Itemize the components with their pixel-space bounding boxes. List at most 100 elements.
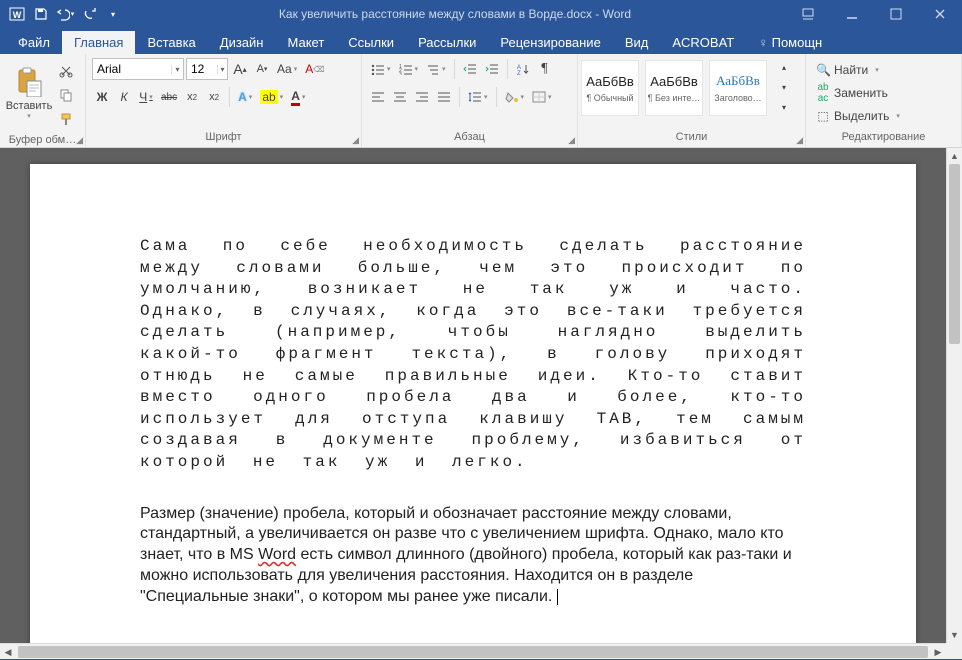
highlight-button[interactable]: ab	[257, 86, 286, 108]
tab-layout[interactable]: Макет	[275, 31, 336, 54]
replace-icon: abac	[816, 82, 830, 104]
paragraph-launcher-icon[interactable]: ◢	[568, 135, 575, 146]
cut-button[interactable]	[56, 60, 76, 82]
strikethrough-button[interactable]: abc	[158, 86, 180, 108]
font-name-combo[interactable]: ▾	[92, 58, 184, 80]
bullets-button[interactable]	[368, 58, 394, 80]
group-font: ▾ ▾ A▴ A▾ Aa A⌫ Ж К Ч abc x2 x2 A ab	[86, 54, 362, 147]
undo-icon[interactable]: ▾	[54, 3, 76, 25]
replace-button[interactable]: abac Заменить	[812, 83, 904, 103]
format-painter-button[interactable]	[56, 108, 76, 130]
style-preview: АаБбВв	[650, 74, 698, 89]
find-button[interactable]: 🔍Найти▾	[812, 60, 904, 80]
style-normal[interactable]: АаБбВв¶ Обычный	[581, 60, 639, 116]
ribbon: Вставить ▾ Буфер обм…◢ ▾ ▾ A▴ A▾ Aa A⌫	[0, 54, 962, 148]
close-icon[interactable]	[918, 0, 962, 28]
numbering-button[interactable]: 123	[396, 58, 422, 80]
tab-acrobat[interactable]: ACROBAT	[660, 31, 746, 54]
qat-customize-icon[interactable]: ▾	[102, 3, 124, 25]
borders-button[interactable]	[529, 86, 555, 108]
shrink-font-button[interactable]: A▾	[252, 58, 272, 80]
document-area[interactable]: Сама по себе необходимость сделать расст…	[0, 148, 946, 643]
clear-formatting-button[interactable]: A⌫	[302, 58, 327, 80]
paste-button[interactable]: Вставить ▾	[6, 58, 52, 128]
text-effects-button[interactable]: A	[235, 86, 255, 108]
tab-tellme[interactable]: ♀ Помощн	[746, 31, 834, 54]
font-name-input[interactable]	[93, 62, 171, 76]
paste-icon	[13, 66, 45, 98]
style-name: ¶ Обычный	[583, 93, 637, 103]
tab-file[interactable]: Файл	[6, 31, 62, 54]
scroll-thumb[interactable]	[949, 164, 960, 344]
separator	[454, 59, 455, 79]
bold-button[interactable]: Ж	[92, 86, 112, 108]
font-color-button[interactable]: A	[288, 86, 308, 108]
font-size-combo[interactable]: ▾	[186, 58, 228, 80]
group-editing-label: Редактирование	[806, 131, 961, 147]
select-label: Выделить	[834, 109, 889, 123]
select-button[interactable]: ⬚Выделить▾	[812, 106, 904, 126]
font-name-dropdown-icon[interactable]: ▾	[171, 65, 183, 74]
horizontal-scrollbar[interactable]: ◀ ▶	[0, 643, 946, 659]
replace-label: Заменить	[834, 86, 888, 100]
scroll-down-icon[interactable]: ▼	[947, 627, 962, 643]
line-spacing-button[interactable]	[465, 86, 491, 108]
subscript-button[interactable]: x2	[182, 86, 202, 108]
tab-tellme-label: Помощн	[772, 35, 823, 50]
multilevel-list-button[interactable]	[423, 58, 449, 80]
tab-mailings[interactable]: Рассылки	[406, 31, 488, 54]
scroll-track[interactable]	[947, 164, 962, 627]
font-size-input[interactable]	[187, 62, 217, 76]
group-font-label: Шрифт◢	[86, 131, 361, 147]
change-case-button[interactable]: Aa	[274, 58, 300, 80]
align-left-button[interactable]	[368, 86, 388, 108]
save-icon[interactable]	[30, 3, 52, 25]
minimize-icon[interactable]	[830, 0, 874, 28]
paste-label: Вставить	[6, 100, 53, 112]
tab-insert[interactable]: Вставка	[135, 31, 207, 54]
justify-button[interactable]	[434, 86, 454, 108]
styles-scroll-down-icon[interactable]: ▾	[774, 78, 794, 96]
styles-scroll-up-icon[interactable]: ▴	[774, 58, 794, 76]
tab-design[interactable]: Дизайн	[208, 31, 276, 54]
ribbon-tabs: Файл Главная Вставка Дизайн Макет Ссылки…	[0, 28, 962, 54]
maximize-icon[interactable]	[874, 0, 918, 28]
scroll-thumb-h[interactable]	[18, 646, 928, 658]
tab-home[interactable]: Главная	[62, 31, 135, 54]
separator	[507, 59, 508, 79]
group-paragraph: 123 AZ ¶	[362, 54, 578, 147]
tab-references[interactable]: Ссылки	[336, 31, 406, 54]
paragraph-2[interactable]: Размер (значение) пробела, который и обо…	[140, 504, 806, 608]
superscript-button[interactable]: x2	[204, 86, 224, 108]
page[interactable]: Сама по себе необходимость сделать расст…	[30, 164, 916, 643]
word-app-icon[interactable]: W	[6, 3, 28, 25]
style-no-spacing[interactable]: АаБбВв¶ Без инте…	[645, 60, 703, 116]
style-heading1[interactable]: АаБбВвЗаголово…	[709, 60, 767, 116]
scroll-up-icon[interactable]: ▲	[947, 148, 962, 164]
redo-icon[interactable]	[78, 3, 100, 25]
styles-launcher-icon[interactable]: ◢	[796, 135, 803, 146]
grow-font-button[interactable]: A▴	[230, 58, 250, 80]
tab-view[interactable]: Вид	[613, 31, 661, 54]
scroll-left-icon[interactable]: ◀	[0, 644, 16, 660]
decrease-indent-button[interactable]	[460, 58, 480, 80]
group-paragraph-label: Абзац◢	[362, 131, 577, 147]
font-size-dropdown-icon[interactable]: ▾	[217, 65, 227, 74]
tab-review[interactable]: Рецензирование	[488, 31, 612, 54]
scroll-right-icon[interactable]: ▶	[930, 644, 946, 660]
underline-button[interactable]: Ч	[136, 86, 156, 108]
show-marks-button[interactable]: ¶	[535, 58, 555, 80]
sort-button[interactable]: AZ	[513, 58, 533, 80]
vertical-scrollbar[interactable]: ▲ ▼	[946, 148, 962, 643]
copy-button[interactable]	[56, 84, 76, 106]
align-center-button[interactable]	[390, 86, 410, 108]
font-launcher-icon[interactable]: ◢	[352, 135, 359, 146]
shading-button[interactable]	[502, 86, 528, 108]
italic-button[interactable]: К	[114, 86, 134, 108]
increase-indent-button[interactable]	[482, 58, 502, 80]
clipboard-launcher-icon[interactable]: ◢	[76, 135, 83, 146]
styles-expand-icon[interactable]: ▾	[774, 98, 794, 116]
ribbon-options-icon[interactable]	[786, 0, 830, 28]
paragraph-1[interactable]: Сама по себе необходимость сделать расст…	[140, 236, 806, 474]
align-right-button[interactable]	[412, 86, 432, 108]
